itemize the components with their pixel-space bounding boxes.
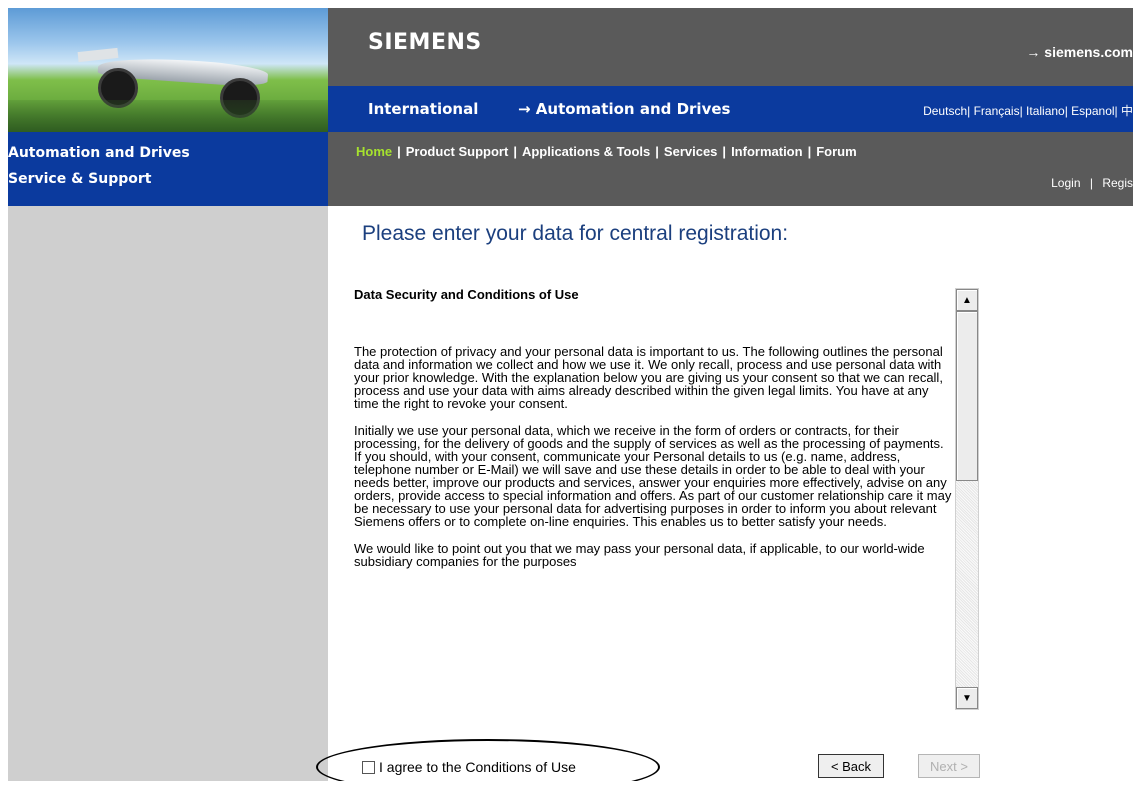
nav-separator: | — [1089, 176, 1093, 190]
agree-conditions-control[interactable]: I agree to the Conditions of Use — [362, 759, 576, 775]
back-button[interactable]: < Back — [818, 754, 884, 778]
siemens-logo[interactable]: SIEMENS — [368, 30, 482, 55]
agree-label[interactable]: I agree to the Conditions of Use — [379, 759, 576, 775]
terms-scrollbar[interactable]: ▲ ▼ — [955, 288, 979, 710]
account-links: Login | Regis — [1051, 176, 1133, 190]
nav-forum[interactable]: Forum — [816, 144, 856, 159]
nav-links: Home | Product Support | Applications & Tool… — [356, 144, 857, 159]
race-car-wing — [77, 47, 119, 63]
international-link[interactable]: International — [368, 100, 478, 118]
scrollbar-thumb[interactable] — [956, 311, 978, 481]
terms-title: Data Security and Conditions of Use — [354, 288, 579, 302]
nav-services[interactable]: Services — [664, 144, 718, 159]
sidebar-panel — [8, 206, 328, 781]
sidebar-title-block: Automation and Drives Service & Support — [8, 132, 328, 206]
register-link[interactable]: Regis — [1102, 176, 1133, 190]
nav-information[interactable]: Information — [731, 144, 803, 159]
nav-separator: | — [655, 144, 659, 159]
terms-paragraph: Initially we use your personal data, whi… — [354, 423, 952, 529]
header-banner-image — [8, 8, 328, 132]
page-frame: SIEMENS → siemens.com International → Au… — [8, 8, 1133, 781]
sidebar-title: Automation and Drives — [8, 145, 190, 161]
blue-nav-bar: International → Automation and Drives De… — [328, 86, 1133, 132]
nav-home[interactable]: Home — [356, 144, 392, 159]
scroll-down-arrow-icon[interactable]: ▼ — [956, 687, 978, 709]
top-header-bar: SIEMENS → siemens.com — [328, 8, 1133, 86]
login-link[interactable]: Login — [1051, 176, 1080, 190]
terms-paragraph: We would like to point out you that we m… — [354, 541, 925, 569]
main-content: Please enter your data for central regis… — [316, 206, 1133, 781]
secondary-nav-bar: Home | Product Support | Applications & Tool… — [328, 132, 1133, 206]
nav-product-support[interactable]: Product Support — [406, 144, 509, 159]
agree-checkbox[interactable] — [362, 760, 375, 774]
siemens-com-link[interactable]: → siemens.com — [1026, 44, 1133, 60]
nav-separator: | — [722, 144, 727, 159]
automation-drives-link[interactable]: → Automation and Drives — [518, 100, 730, 118]
nav-separator: | — [513, 144, 517, 159]
page-title: Please enter your data for central regis… — [362, 222, 789, 245]
nav-separator: | — [397, 144, 401, 159]
nav-applications-tools[interactable]: Applications & Tools — [522, 144, 650, 159]
terms-text-area[interactable]: Data Security and Conditions of Use The … — [354, 288, 954, 708]
banner-ground — [8, 100, 328, 132]
sidebar-subtitle: Service & Support — [8, 171, 152, 187]
language-links[interactable]: Deutsch| Français| Italiano| Espanol| 中 — [923, 102, 1133, 119]
next-button[interactable]: Next > — [918, 754, 980, 778]
nav-separator: | — [807, 144, 812, 159]
terms-paragraph: The protection of privacy and your perso… — [354, 344, 943, 411]
scroll-up-arrow-icon[interactable]: ▲ — [956, 289, 978, 311]
